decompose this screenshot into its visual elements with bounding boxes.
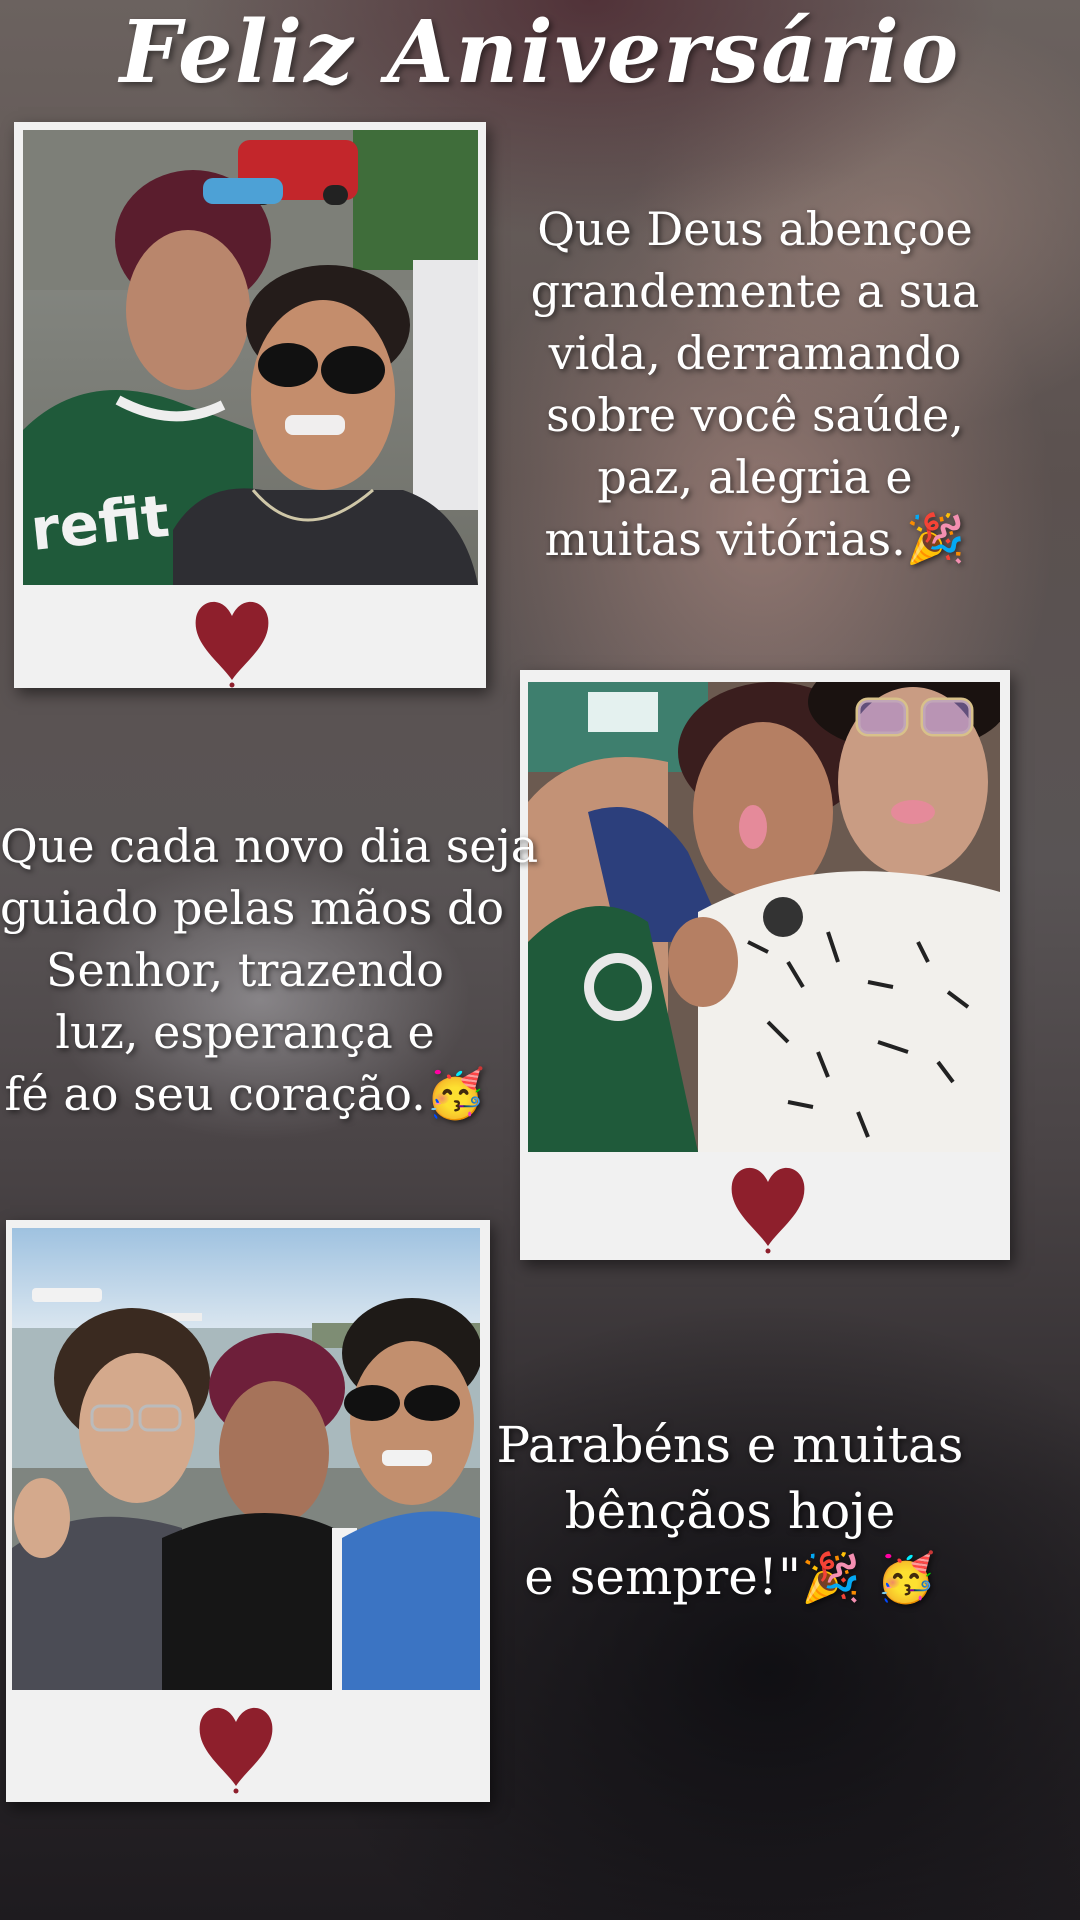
message-3-line-1: Parabéns e muitas xyxy=(496,1416,964,1474)
message-1-line-5: paz, alegria e xyxy=(597,450,913,504)
polaroid-frame-2 xyxy=(520,670,1010,1260)
heart-icon xyxy=(199,1707,273,1794)
message-1-line-1: Que Deus abençoe xyxy=(537,202,973,256)
message-1-line-2: grandemente a sua xyxy=(530,264,980,318)
partying-face-icon: 🥳 xyxy=(425,1066,486,1122)
message-1-line-4: sobre você saúde, xyxy=(546,388,964,442)
message-2-line-1: Que cada novo dia seja xyxy=(0,819,539,873)
polaroid-frame-3 xyxy=(6,1220,490,1802)
heart-icon xyxy=(731,1167,805,1254)
party-popper-icon: 🎉 xyxy=(905,511,966,567)
party-popper-icon: 🎉 🥳 xyxy=(800,1550,936,1606)
page-title: Feliz Aniversário xyxy=(119,2,961,103)
message-1-line-3: vida, derramando xyxy=(548,326,962,380)
message-2-line-3: Senhor, trazendo xyxy=(46,943,444,997)
photo-selfie-street: refit xyxy=(23,130,478,585)
photo-group-beach xyxy=(12,1228,480,1690)
message-2-line-2: guiado pelas mãos do xyxy=(0,881,505,935)
message-3: Parabéns e muitas bênçãos hoje e sempre!… xyxy=(490,1412,970,1611)
heart-icon xyxy=(195,601,269,688)
polaroid-frame-1: refit xyxy=(14,122,486,688)
message-2-line-5: fé ao seu coração. xyxy=(4,1067,426,1121)
photo-two-girls xyxy=(528,682,1000,1152)
message-2: Que cada novo dia seja guiado pelas mãos… xyxy=(0,815,539,1125)
message-1: Que Deus abençoe grandemente a sua vida,… xyxy=(520,198,990,570)
svg-text:refit: refit xyxy=(27,482,172,564)
message-2-line-4: luz, esperança e xyxy=(55,1005,435,1059)
message-3-line-2: bênçãos hoje xyxy=(564,1482,896,1540)
message-1-line-6: muitas vitórias. xyxy=(544,512,906,566)
message-3-line-3: e sempre!" xyxy=(524,1548,801,1606)
